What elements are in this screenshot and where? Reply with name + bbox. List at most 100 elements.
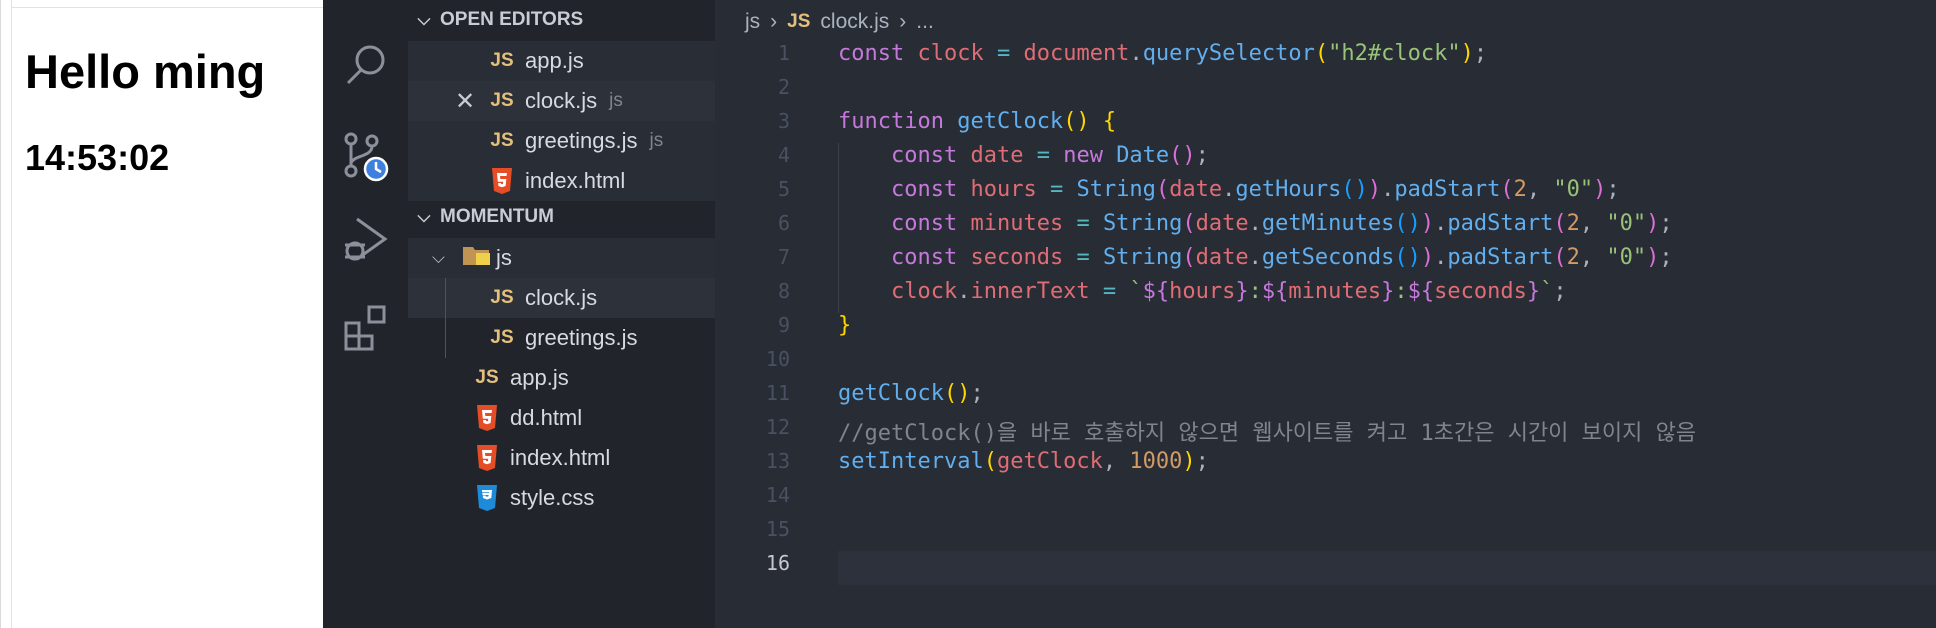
code-token: //getClock()을 바로 호출하지 않으면 웹사이트를 켜고 1초간은 … [838, 421, 1697, 446]
indent-guide [838, 279, 839, 313]
open-editor-item-active[interactable]: ✕ JS clock.js js [408, 81, 715, 121]
code-line[interactable]: 16 [715, 551, 1936, 585]
code-token: padStart [1394, 177, 1501, 202]
code-line[interactable]: 7 const seconds = String(date.getSeconds… [715, 245, 1936, 279]
code-token: Date [1116, 143, 1170, 168]
file-item[interactable]: style.css [408, 478, 715, 518]
open-editors-title: OPEN EDITORS [440, 9, 584, 30]
code-lines[interactable]: 1 const clock = document.querySelector("h… [715, 41, 1936, 585]
code-line[interactable]: 12 //getClock()을 바로 호출하지 않으면 웹사이트를 켜고 1초간… [715, 415, 1936, 449]
code-token: ; [1659, 211, 1673, 236]
explorer-icon[interactable] [323, 0, 408, 4]
file-item[interactable]: JS greetings.js [408, 318, 715, 358]
open-editor-folder: js [609, 90, 623, 111]
line-code[interactable]: } [838, 313, 1936, 347]
indent-guide [838, 177, 839, 211]
code-line[interactable]: 10 [715, 347, 1936, 381]
line-code[interactable]: getClock(); [838, 381, 1936, 415]
js-file-icon: JS [475, 367, 499, 388]
extensions-icon[interactable] [323, 292, 408, 362]
open-editors-header[interactable]: ⌵ OPEN EDITORS [408, 4, 715, 36]
code-token: new [1063, 143, 1117, 168]
open-editor-item[interactable]: index.html [408, 161, 715, 201]
line-code[interactable]: const seconds = String(date.getSeconds()… [838, 245, 1936, 279]
line-code[interactable]: const date = new Date(); [838, 143, 1936, 177]
line-code[interactable]: //getClock()을 바로 호출하지 않으면 웹사이트를 켜고 1초간은 … [838, 415, 1936, 449]
file-item[interactable]: index.html [408, 438, 715, 478]
folder-item-js[interactable]: ⌵ js [408, 238, 715, 278]
code-line[interactable]: 6 const minutes = String(date.getMinutes… [715, 211, 1936, 245]
open-editor-name: index.html [525, 168, 626, 193]
file-item-active[interactable]: JS clock.js [408, 278, 715, 318]
code-line[interactable]: 14 [715, 483, 1936, 517]
breadcrumb-more[interactable]: ... [916, 10, 934, 34]
line-code[interactable]: function getClock() { [838, 109, 1936, 143]
code-line[interactable]: 13 setInterval(getClock, 1000); [715, 449, 1936, 483]
code-token: ( [1500, 177, 1514, 202]
line-code[interactable]: const hours = String(date.getHours()).pa… [838, 177, 1936, 211]
code-token: ) [1646, 245, 1660, 270]
code-token: ) [1420, 211, 1435, 236]
line-code[interactable] [838, 517, 1936, 551]
line-code[interactable] [838, 483, 1936, 517]
line-number: 6 [777, 211, 790, 235]
code-token: } [1526, 279, 1541, 304]
line-code[interactable] [838, 75, 1936, 109]
code-line[interactable]: 3 function getClock() { [715, 109, 1936, 143]
explorer-panel: ⌵ OPEN EDITORS JS app.js ✕ JS clock.js j… [408, 0, 715, 628]
code-line[interactable]: 4 const date = new Date(); [715, 143, 1936, 177]
code-token: String [1076, 177, 1156, 202]
line-code[interactable]: const minutes = String(date.getMinutes()… [838, 211, 1936, 245]
code-token: String [1102, 211, 1183, 236]
code-line[interactable]: 15 [715, 517, 1936, 551]
code-token: date [1195, 211, 1249, 236]
code-token: } [1381, 279, 1395, 304]
code-line[interactable]: 5 const hours = String(date.getHours()).… [715, 177, 1936, 211]
code-line[interactable]: 2 [715, 75, 1936, 109]
line-number: 10 [765, 347, 790, 371]
code-token: "h2#clock" [1328, 41, 1461, 66]
code-token: ; [1553, 279, 1567, 304]
breadcrumb-file[interactable]: clock.js [820, 10, 889, 34]
code-line[interactable]: 1 const clock = document.querySelector("h… [715, 41, 1936, 75]
file-name: clock.js [525, 285, 598, 310]
code-line[interactable]: 9} [715, 313, 1936, 347]
file-item[interactable]: dd.html [408, 398, 715, 438]
code-token: . [1248, 211, 1262, 236]
line-code[interactable] [838, 347, 1936, 381]
open-editor-item[interactable]: JS app.js [408, 41, 715, 81]
line-code[interactable] [838, 551, 1936, 585]
breadcrumb-folder[interactable]: js [745, 10, 760, 34]
line-code[interactable]: clock.innerText = `${hours}:${minutes}:$… [838, 279, 1936, 313]
code-token: = [1076, 245, 1103, 270]
open-editor-item[interactable]: JS greetings.js js [408, 121, 715, 161]
code-token: ( [1553, 245, 1567, 270]
code-token: ; [1195, 143, 1209, 168]
line-number: 16 [765, 551, 790, 575]
run-debug-icon[interactable] [323, 205, 408, 275]
code-token: ${ [1407, 279, 1435, 304]
chevron-down-icon: ⌵ [417, 10, 431, 29]
code-line[interactable]: 8 clock.innerText = `${hours}:${minutes}… [715, 279, 1936, 313]
line-code[interactable]: setInterval(getClock, 1000); [838, 449, 1936, 483]
code-token: . [1129, 41, 1143, 66]
source-control-icon[interactable] [323, 122, 408, 192]
code-token: getClock [957, 109, 1064, 134]
file-item[interactable]: JS app.js [408, 358, 715, 398]
code-token: String [1102, 245, 1183, 270]
code-token: = [1076, 211, 1103, 236]
code-token: () [1341, 177, 1368, 202]
code-token: minutes [1288, 279, 1382, 304]
line-code[interactable]: const clock = document.querySelector("h2… [838, 41, 1936, 75]
close-icon[interactable]: ✕ [455, 87, 475, 116]
code-token: . [1434, 245, 1448, 270]
code-line[interactable]: 11 getClock(); [715, 381, 1936, 415]
open-editor-name: app.js [525, 48, 584, 73]
code-token: () [943, 381, 971, 406]
search-icon[interactable] [323, 30, 408, 100]
code-editor[interactable]: js › JS clock.js › ... 1 const clock = do… [715, 0, 1936, 628]
open-editor-name: greetings.js [525, 128, 638, 153]
code-token: ` [1540, 279, 1554, 304]
project-header[interactable]: ⌵ MOMENTUM [408, 201, 715, 233]
